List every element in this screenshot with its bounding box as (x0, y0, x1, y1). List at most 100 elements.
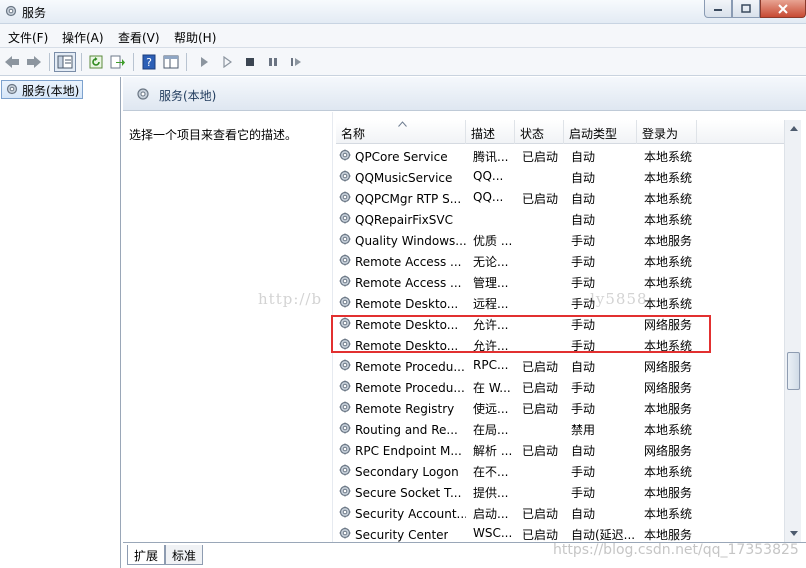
table-row[interactable]: Secondary Logon 在不... 手动 本地系统 (336, 460, 788, 481)
properties-icon[interactable] (161, 52, 181, 72)
table-row[interactable]: Security Center WSC... 已启动 自动(延迟... 本地服务 (336, 523, 788, 542)
service-name: Remote Procedu... (355, 380, 465, 395)
cell-description: 在不... (473, 465, 509, 479)
play-icon[interactable] (194, 52, 214, 72)
close-button[interactable] (760, 0, 806, 18)
cell-name: Remote Procedu... (338, 379, 466, 396)
gear-icon (338, 148, 352, 165)
table-row[interactable]: QPCore Service 腾讯... 已启动 自动 本地系统 (336, 145, 788, 166)
window-title: 服务 (22, 6, 47, 20)
back-icon[interactable] (2, 52, 22, 72)
forward-icon[interactable] (24, 52, 44, 72)
cell-description: 管理... (473, 276, 509, 290)
cell-description: 腾讯... (473, 150, 509, 164)
console-tree: 服务(本地) (0, 77, 121, 568)
column-header-startup-type[interactable]: 启动类型 (564, 120, 637, 144)
gear-icon (338, 358, 352, 375)
service-name: QQPCMgr RTP S... (355, 191, 462, 206)
cell-description: 在 W... (473, 381, 511, 395)
gear-icon (338, 190, 352, 207)
menu-file[interactable]: 文件(F) (8, 29, 48, 46)
cell-logon-as: 本地系统 (644, 213, 693, 227)
gear-icon (338, 232, 352, 249)
cell-status: 已启动 (522, 528, 559, 542)
cell-startup-type: 自动 (571, 171, 596, 185)
gear-icon (338, 379, 352, 396)
play-icon[interactable] (217, 52, 237, 72)
service-name: Remote Access ... (355, 275, 462, 290)
export-icon[interactable] (108, 52, 128, 72)
scroll-down-icon[interactable] (785, 525, 802, 542)
gear-icon (338, 421, 352, 438)
cell-logon-as: 本地系统 (644, 171, 693, 185)
table-row[interactable]: QQRepairFixSVC 自动 本地系统 (336, 208, 788, 229)
tree-node-label: 服务(本地) (22, 83, 80, 98)
table-row[interactable]: Remote Registry 使远... 已启动 手动 本地服务 (336, 397, 788, 418)
help-icon[interactable]: ? (139, 52, 159, 72)
caption-buttons (704, 0, 806, 20)
console-tree-icon[interactable] (54, 52, 76, 72)
cell-description: RPC... (473, 358, 509, 372)
cell-startup-type: 禁用 (571, 423, 596, 437)
table-row[interactable]: Remote Access ... 管理... 手动 本地系统 (336, 271, 788, 292)
scroll-up-icon[interactable] (785, 120, 802, 137)
tree-node-services-local[interactable]: 服务(本地) (1, 80, 84, 99)
cell-logon-as: 本地服务 (644, 486, 693, 500)
tab-standard[interactable]: 标准 (165, 545, 204, 565)
service-name: QPCore Service (355, 149, 448, 164)
cell-name: Remote Registry (338, 400, 466, 417)
cell-name: RPC Endpoint M... (338, 442, 466, 459)
cell-status: 已启动 (522, 507, 559, 521)
gear-icon (338, 274, 352, 291)
minimize-button[interactable] (704, 0, 732, 18)
cell-description: QQ... (473, 190, 504, 204)
table-row[interactable]: QQPCMgr RTP S... QQ... 已启动 自动 本地系统 (336, 187, 788, 208)
table-row[interactable]: Routing and Re... 在局... 禁用 本地系统 (336, 418, 788, 439)
menu-bar: 文件(F) 操作(A) 查看(V) 帮助(H) (0, 24, 806, 48)
cell-startup-type: 手动 (571, 486, 596, 500)
refresh-icon[interactable] (86, 52, 106, 72)
cell-logon-as: 本地系统 (644, 507, 693, 521)
table-row[interactable]: Remote Access ... 无论... 手动 本地系统 (336, 250, 788, 271)
service-name: Remote Procedu... (355, 359, 465, 374)
maximize-button[interactable] (732, 0, 760, 18)
gear-icon (338, 400, 352, 417)
cell-startup-type: 手动 (571, 402, 596, 416)
cell-logon-as: 本地系统 (644, 255, 693, 269)
pause-icon[interactable] (263, 52, 283, 72)
service-name: Quality Windows... (355, 233, 466, 248)
tab-extended[interactable]: 扩展 (127, 545, 166, 565)
watermark-text: http://b ly5858 (258, 290, 648, 308)
stop-icon[interactable] (240, 52, 260, 72)
resume-icon[interactable] (286, 52, 306, 72)
menu-view[interactable]: 查看(V) (118, 29, 160, 46)
column-header-name[interactable]: 名称 (336, 120, 466, 144)
table-row[interactable]: QQMusicService QQ... 自动 本地系统 (336, 166, 788, 187)
table-row[interactable]: Secure Socket T... 提供... 手动 本地服务 (336, 481, 788, 502)
table-row[interactable]: Remote Procedu... RPC... 已启动 自动 网络服务 (336, 355, 788, 376)
table-row[interactable]: RPC Endpoint M... 解析 ... 已启动 自动 网络服务 (336, 439, 788, 460)
menu-action[interactable]: 操作(A) (62, 29, 104, 46)
cell-name: Security Account... (338, 505, 466, 522)
service-name: Remote Registry (355, 401, 455, 416)
details-header: 服务(本地) (123, 77, 806, 111)
scrollbar-thumb[interactable] (787, 352, 800, 390)
cell-logon-as: 本地系统 (644, 276, 693, 290)
gear-icon (5, 82, 19, 99)
column-header-status[interactable]: 状态 (515, 120, 564, 144)
services-icon (4, 4, 18, 21)
column-header-logon-as[interactable]: 登录为 (637, 120, 697, 144)
table-row[interactable]: Remote Procedu... 在 W... 已启动 手动 网络服务 (336, 376, 788, 397)
cell-startup-type: 自动 (571, 213, 596, 227)
table-row[interactable]: Quality Windows... 优质 ... 手动 本地服务 (336, 229, 788, 250)
service-name: QQMusicService (355, 170, 453, 185)
cell-startup-type: 自动 (571, 507, 596, 521)
vertical-scrollbar[interactable] (784, 120, 801, 542)
gear-icon (338, 211, 352, 228)
column-header-description[interactable]: 描述 (466, 120, 515, 144)
menu-help[interactable]: 帮助(H) (174, 29, 216, 46)
cell-description: 使远... (473, 402, 509, 416)
watermark-url: https://blog.csdn.net/qq_17353825 (553, 542, 799, 558)
cell-logon-as: 本地系统 (644, 297, 693, 311)
table-row[interactable]: Security Account... 启动... 已启动 自动 本地系统 (336, 502, 788, 523)
